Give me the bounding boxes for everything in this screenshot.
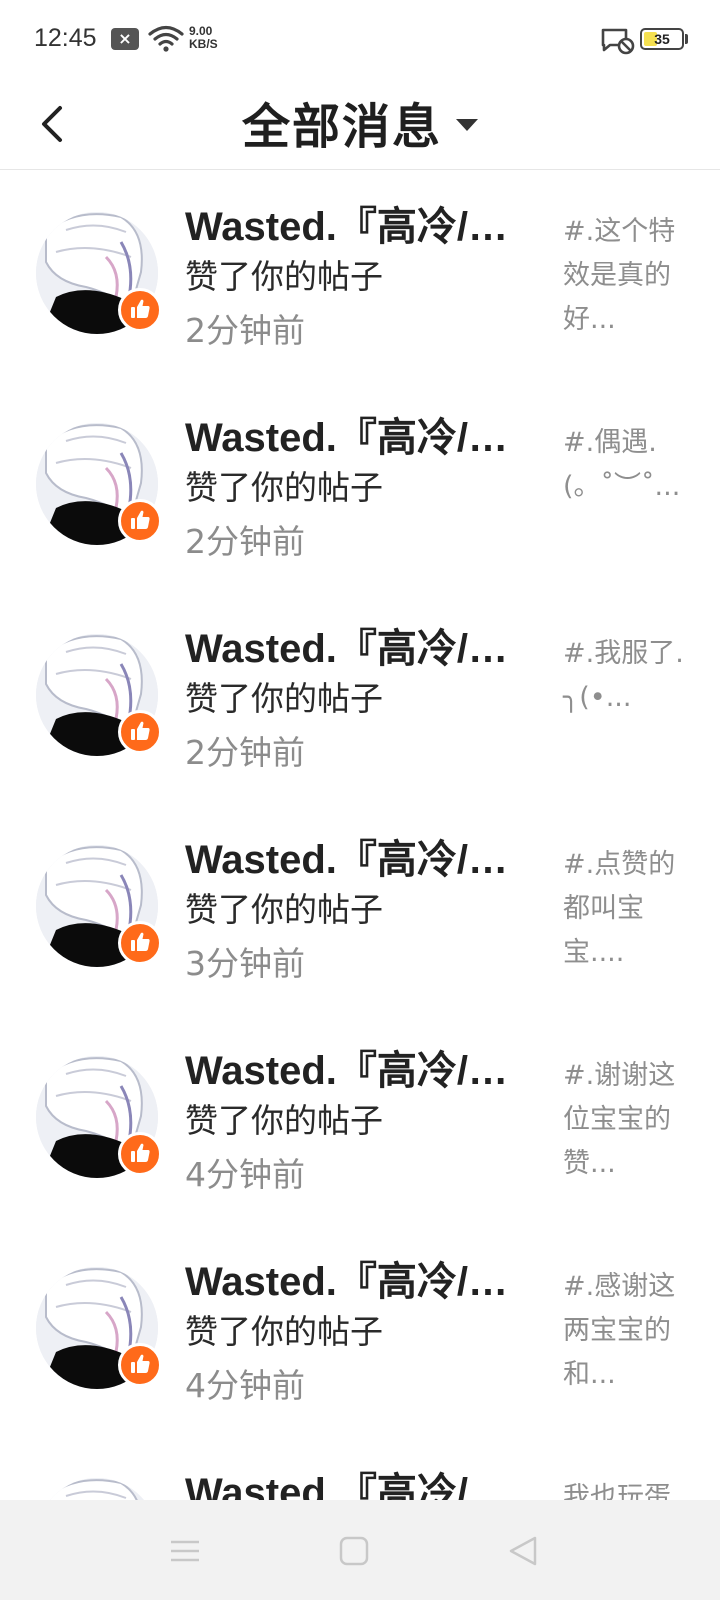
sender-name: Wasted.『高冷/… (185, 1471, 508, 1500)
thumbs-up-icon (131, 510, 150, 529)
message-item[interactable]: Wasted.『高冷/… 我也玩蛋 (0, 1436, 720, 1500)
header-bar: 全部消息 (0, 80, 720, 170)
page-title: 全部消息 (241, 99, 442, 155)
sender-name: Wasted.『高冷/… (185, 1049, 508, 1093)
message-time: 4分钟前 (185, 1366, 305, 1405)
thumbs-up-icon (131, 932, 150, 951)
thumbs-up-icon (131, 1143, 150, 1162)
avatar[interactable] (36, 1478, 158, 1500)
post-preview[interactable]: #.点赞的都叫宝宝.... (563, 843, 693, 975)
message-item[interactable]: Wasted.『高冷/… 赞了你的帖子 4分钟前 #.感谢这两宝宝的和... (0, 1225, 720, 1436)
message-action: 赞了你的帖子 (185, 679, 383, 718)
post-preview[interactable]: #.偶遇.(。˚︶˚... (563, 421, 693, 509)
status-time: 12:45 (34, 24, 97, 52)
message-blocked-icon (601, 28, 635, 55)
message-time: 3分钟前 (185, 944, 305, 983)
like-badge (118, 499, 162, 543)
square-icon[interactable] (336, 1533, 372, 1569)
message-time: 2分钟前 (185, 733, 305, 772)
message-item[interactable]: Wasted.『高冷/… 赞了你的帖子 4分钟前 #.谢谢这位宝宝的赞... (0, 1014, 720, 1225)
like-badge (118, 288, 162, 332)
battery-tip (685, 34, 688, 44)
thumbs-up-icon (131, 721, 150, 740)
status-bar: 12:45 × 9.00 KB/S 35 (0, 0, 720, 80)
post-preview[interactable]: 我也玩蛋 (563, 1476, 693, 1500)
message-action: 赞了你的帖子 (185, 890, 383, 929)
system-nav-bar (0, 1500, 720, 1600)
sender-name: Wasted.『高冷/… (185, 205, 508, 249)
message-item[interactable]: Wasted.『高冷/… 赞了你的帖子 3分钟前 #.点赞的都叫宝宝.... (0, 803, 720, 1014)
sender-name: Wasted.『高冷/… (185, 838, 508, 882)
like-badge (118, 1132, 162, 1176)
network-speed-unit: KB/S (189, 37, 218, 51)
sender-name: Wasted.『高冷/… (185, 627, 508, 671)
like-badge (118, 921, 162, 965)
message-item[interactable]: Wasted.『高冷/… 赞了你的帖子 2分钟前 #.我服了.╮(•... (0, 592, 720, 803)
notification-close-icon: × (111, 28, 139, 50)
message-time: 2分钟前 (185, 311, 305, 350)
sender-name: Wasted.『高冷/… (185, 416, 508, 460)
message-time: 2分钟前 (185, 522, 305, 561)
message-action: 赞了你的帖子 (185, 468, 383, 507)
post-preview[interactable]: #.这个特效是真的好... (563, 210, 693, 342)
network-speed: 9.00 KB/S (189, 25, 218, 51)
thumbs-up-icon (131, 1354, 150, 1373)
sender-name: Wasted.『高冷/… (185, 1260, 508, 1304)
battery-level: 35 (654, 31, 670, 47)
caret-down-icon (456, 119, 478, 131)
wifi-icon (148, 25, 184, 52)
message-time: 4分钟前 (185, 1155, 305, 1194)
message-action: 赞了你的帖子 (185, 1312, 383, 1351)
menu-icon[interactable] (167, 1533, 203, 1569)
like-badge (118, 710, 162, 754)
message-list[interactable]: Wasted.『高冷/… 赞了你的帖子 2分钟前 #.这个特效是真的好... W… (0, 170, 720, 1500)
thumbs-up-icon (131, 299, 150, 318)
message-item[interactable]: Wasted.『高冷/… 赞了你的帖子 2分钟前 #.偶遇.(。˚︶˚... (0, 381, 720, 592)
message-action: 赞了你的帖子 (185, 257, 383, 296)
post-preview[interactable]: #.感谢这两宝宝的和... (563, 1265, 693, 1397)
triangle-back-icon[interactable] (505, 1533, 541, 1569)
like-badge (118, 1343, 162, 1387)
message-item[interactable]: Wasted.『高冷/… 赞了你的帖子 2分钟前 #.这个特效是真的好... (0, 170, 720, 381)
post-preview[interactable]: #.我服了.╮(•... (563, 632, 693, 720)
battery-icon: 35 (640, 28, 684, 50)
message-action: 赞了你的帖子 (185, 1101, 383, 1140)
message-filter-dropdown[interactable]: 全部消息 (0, 90, 720, 155)
post-preview[interactable]: #.谢谢这位宝宝的赞... (563, 1054, 693, 1186)
avatar-image (36, 1478, 158, 1500)
